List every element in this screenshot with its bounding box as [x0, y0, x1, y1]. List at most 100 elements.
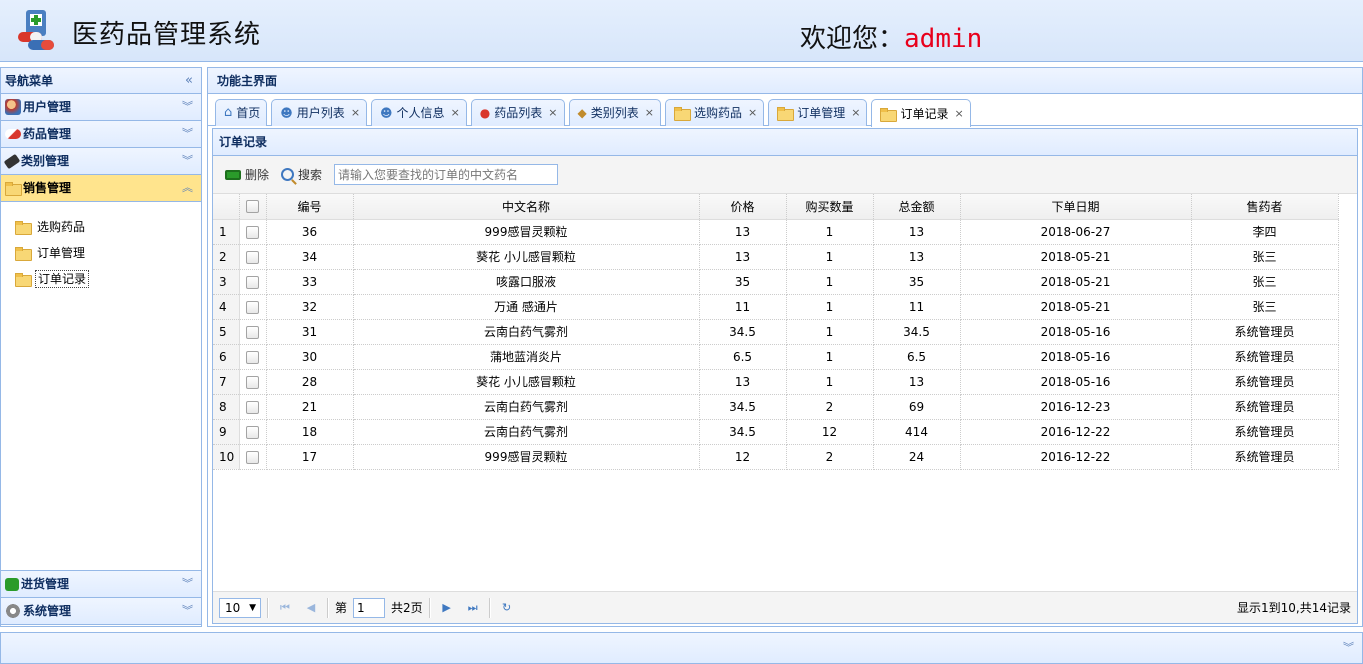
delete-button[interactable]: 删除 [221, 164, 273, 185]
close-icon[interactable]: × [851, 101, 860, 125]
collapse-left-icon[interactable]: « [185, 68, 193, 94]
row-checkbox-cell [239, 244, 267, 270]
table-cell: 32 [266, 294, 354, 320]
table-row[interactable]: 3 33 咳露口服液 35 1 35 2018-05-21 张三 [213, 269, 1339, 295]
nav-panel-title: 导航菜单 [5, 74, 54, 88]
table-row[interactable]: 1 36 999感冒灵颗粒 13 1 13 2018-06-27 李四 [213, 219, 1339, 245]
chevron-down-icon[interactable]: ︾ [1343, 639, 1354, 655]
close-icon[interactable]: × [548, 101, 557, 125]
table-cell: 34.5 [699, 394, 787, 420]
page-size-select[interactable]: 10 ▼ [219, 597, 261, 618]
table-cell: 葵花 小儿感冒颗粒 [353, 369, 700, 395]
table-row[interactable]: 10 17 999感冒灵颗粒 12 2 24 2016-12-22 系统管理员 [213, 444, 1339, 470]
nav-section-system[interactable]: 系统管理 ︾ [1, 598, 201, 625]
chevron-down-icon[interactable]: ︾ [182, 121, 193, 147]
chevron-down-icon[interactable]: ︾ [182, 571, 193, 597]
row-checkbox[interactable] [246, 325, 259, 339]
table-row[interactable]: 5 31 云南白药气雾剂 34.5 1 34.5 2018-05-16 系统管理员 [213, 319, 1339, 345]
tab-medicine-list[interactable]: ● 药品列表 × [470, 99, 565, 126]
search-input[interactable] [334, 164, 559, 185]
close-icon[interactable]: × [954, 102, 963, 126]
table-cell: 云南白药气雾剂 [353, 394, 700, 420]
row-checkbox-cell [239, 419, 267, 445]
nav-section-users[interactable]: 用户管理 ︾ [1, 94, 201, 121]
row-checkbox[interactable] [246, 350, 259, 364]
chevron-down-icon[interactable]: ︾ [182, 148, 193, 174]
pagination-bar: 10 ▼ ⏮ ◀ 第 共2页 ▶ ⏭ ↻ 显示1到10,共14记录 [213, 591, 1357, 623]
column-header[interactable]: 价格 [699, 194, 787, 220]
tab-user-list[interactable]: ☻ 用户列表 × [271, 99, 368, 126]
last-page-icon[interactable]: ⏭ [463, 598, 483, 618]
nav-section-category[interactable]: 类别管理 ︾ [1, 148, 201, 175]
table-row[interactable]: 2 34 葵花 小儿感冒颗粒 13 1 13 2018-05-21 张三 [213, 244, 1339, 270]
row-checkbox-cell [239, 444, 267, 470]
column-header[interactable]: 购买数量 [786, 194, 874, 220]
table-header-row: 编号 中文名称 价格 购买数量 总金额 下单日期 售药者 [213, 194, 1339, 220]
tree-item-select-medicine[interactable]: 选购药品 [1, 214, 201, 240]
table-cell: 云南白药气雾剂 [353, 319, 700, 345]
tab-category-list[interactable]: ◆ 类别列表 × [568, 99, 661, 126]
tab-home[interactable]: ⌂ 首页 [215, 99, 268, 126]
column-header[interactable]: 下单日期 [960, 194, 1192, 220]
table-cell: 2018-05-21 [960, 294, 1192, 320]
row-checkbox[interactable] [246, 450, 259, 464]
prev-page-icon[interactable]: ◀ [301, 598, 321, 618]
first-page-icon[interactable]: ⏮ [275, 598, 295, 618]
row-checkbox[interactable] [246, 225, 259, 239]
nav-section-sales[interactable]: 销售管理 ︽ [1, 175, 201, 202]
nav-section-label: 用户管理 [23, 100, 72, 114]
table-cell: 1 [786, 244, 874, 270]
tree-item-order-management[interactable]: 订单管理 [1, 240, 201, 266]
tree-item-label: 订单记录 [35, 270, 90, 288]
table-row[interactable]: 9 18 云南白药气雾剂 34.5 12 414 2016-12-22 系统管理员 [213, 419, 1339, 445]
close-icon[interactable]: × [351, 101, 360, 125]
column-header[interactable]: 总金额 [873, 194, 961, 220]
close-icon[interactable]: × [645, 101, 654, 125]
table-row[interactable]: 7 28 葵花 小儿感冒颗粒 13 1 13 2018-05-16 系统管理员 [213, 369, 1339, 395]
nav-section-purchase[interactable]: 进货管理 ︾ [1, 571, 201, 598]
row-checkbox[interactable] [246, 375, 259, 389]
close-icon[interactable]: × [451, 101, 460, 125]
table-row[interactable]: 6 30 蒲地蓝消炎片 6.5 1 6.5 2018-05-16 系统管理员 [213, 344, 1339, 370]
table-cell: 1 [786, 269, 874, 295]
page-number-input[interactable] [353, 597, 386, 618]
row-checkbox[interactable] [246, 300, 259, 314]
row-checkbox[interactable] [246, 425, 259, 439]
table-cell: 28 [266, 369, 354, 395]
next-page-icon[interactable]: ▶ [437, 598, 457, 618]
tab-order-records[interactable]: 订单记录 × [871, 99, 971, 127]
tree-item-order-records[interactable]: 订单记录 [1, 266, 201, 292]
refresh-icon[interactable]: ↻ [497, 598, 517, 618]
table-cell: 系统管理员 [1191, 444, 1339, 470]
search-button[interactable]: 搜索 [277, 164, 326, 185]
row-checkbox[interactable] [246, 250, 259, 264]
table-row[interactable]: 4 32 万通 感通片 11 1 11 2018-05-21 张三 [213, 294, 1339, 320]
tab-select-medicine[interactable]: 选购药品 × [664, 99, 765, 126]
row-checkbox[interactable] [246, 275, 259, 289]
chevron-down-icon[interactable]: ︾ [182, 598, 193, 624]
column-header[interactable]: 中文名称 [353, 194, 700, 220]
column-header[interactable]: 售药者 [1191, 194, 1339, 220]
folder-icon [5, 182, 22, 196]
row-checkbox[interactable] [246, 400, 259, 414]
table-cell: 咳露口服液 [353, 269, 700, 295]
nav-section-medicine[interactable]: 药品管理 ︾ [1, 121, 201, 148]
users-icon [5, 99, 21, 115]
close-icon[interactable]: × [748, 101, 757, 125]
tab-profile[interactable]: ☻ 个人信息 × [371, 99, 467, 126]
folder-icon [15, 273, 32, 287]
chevron-up-icon[interactable]: ︽ [182, 175, 193, 201]
table-cell: 2 [786, 444, 874, 470]
table-cell: 11 [873, 294, 961, 320]
table-cell: 李四 [1191, 219, 1339, 245]
column-header[interactable]: 编号 [266, 194, 354, 220]
table-row[interactable]: 8 21 云南白药气雾剂 34.5 2 69 2016-12-23 系统管理员 [213, 394, 1339, 420]
table-cell: 张三 [1191, 244, 1339, 270]
footer-panel: ︾ [0, 632, 1363, 664]
chevron-down-icon[interactable]: ︾ [182, 94, 193, 120]
tab-order-management[interactable]: 订单管理 × [768, 99, 868, 126]
order-table: 编号 中文名称 价格 购买数量 总金额 下单日期 售药者 1 36 999感冒灵颗粒… [213, 194, 1339, 470]
select-all-checkbox[interactable] [246, 200, 259, 214]
username: admin [904, 24, 983, 54]
row-number: 8 [213, 394, 240, 420]
